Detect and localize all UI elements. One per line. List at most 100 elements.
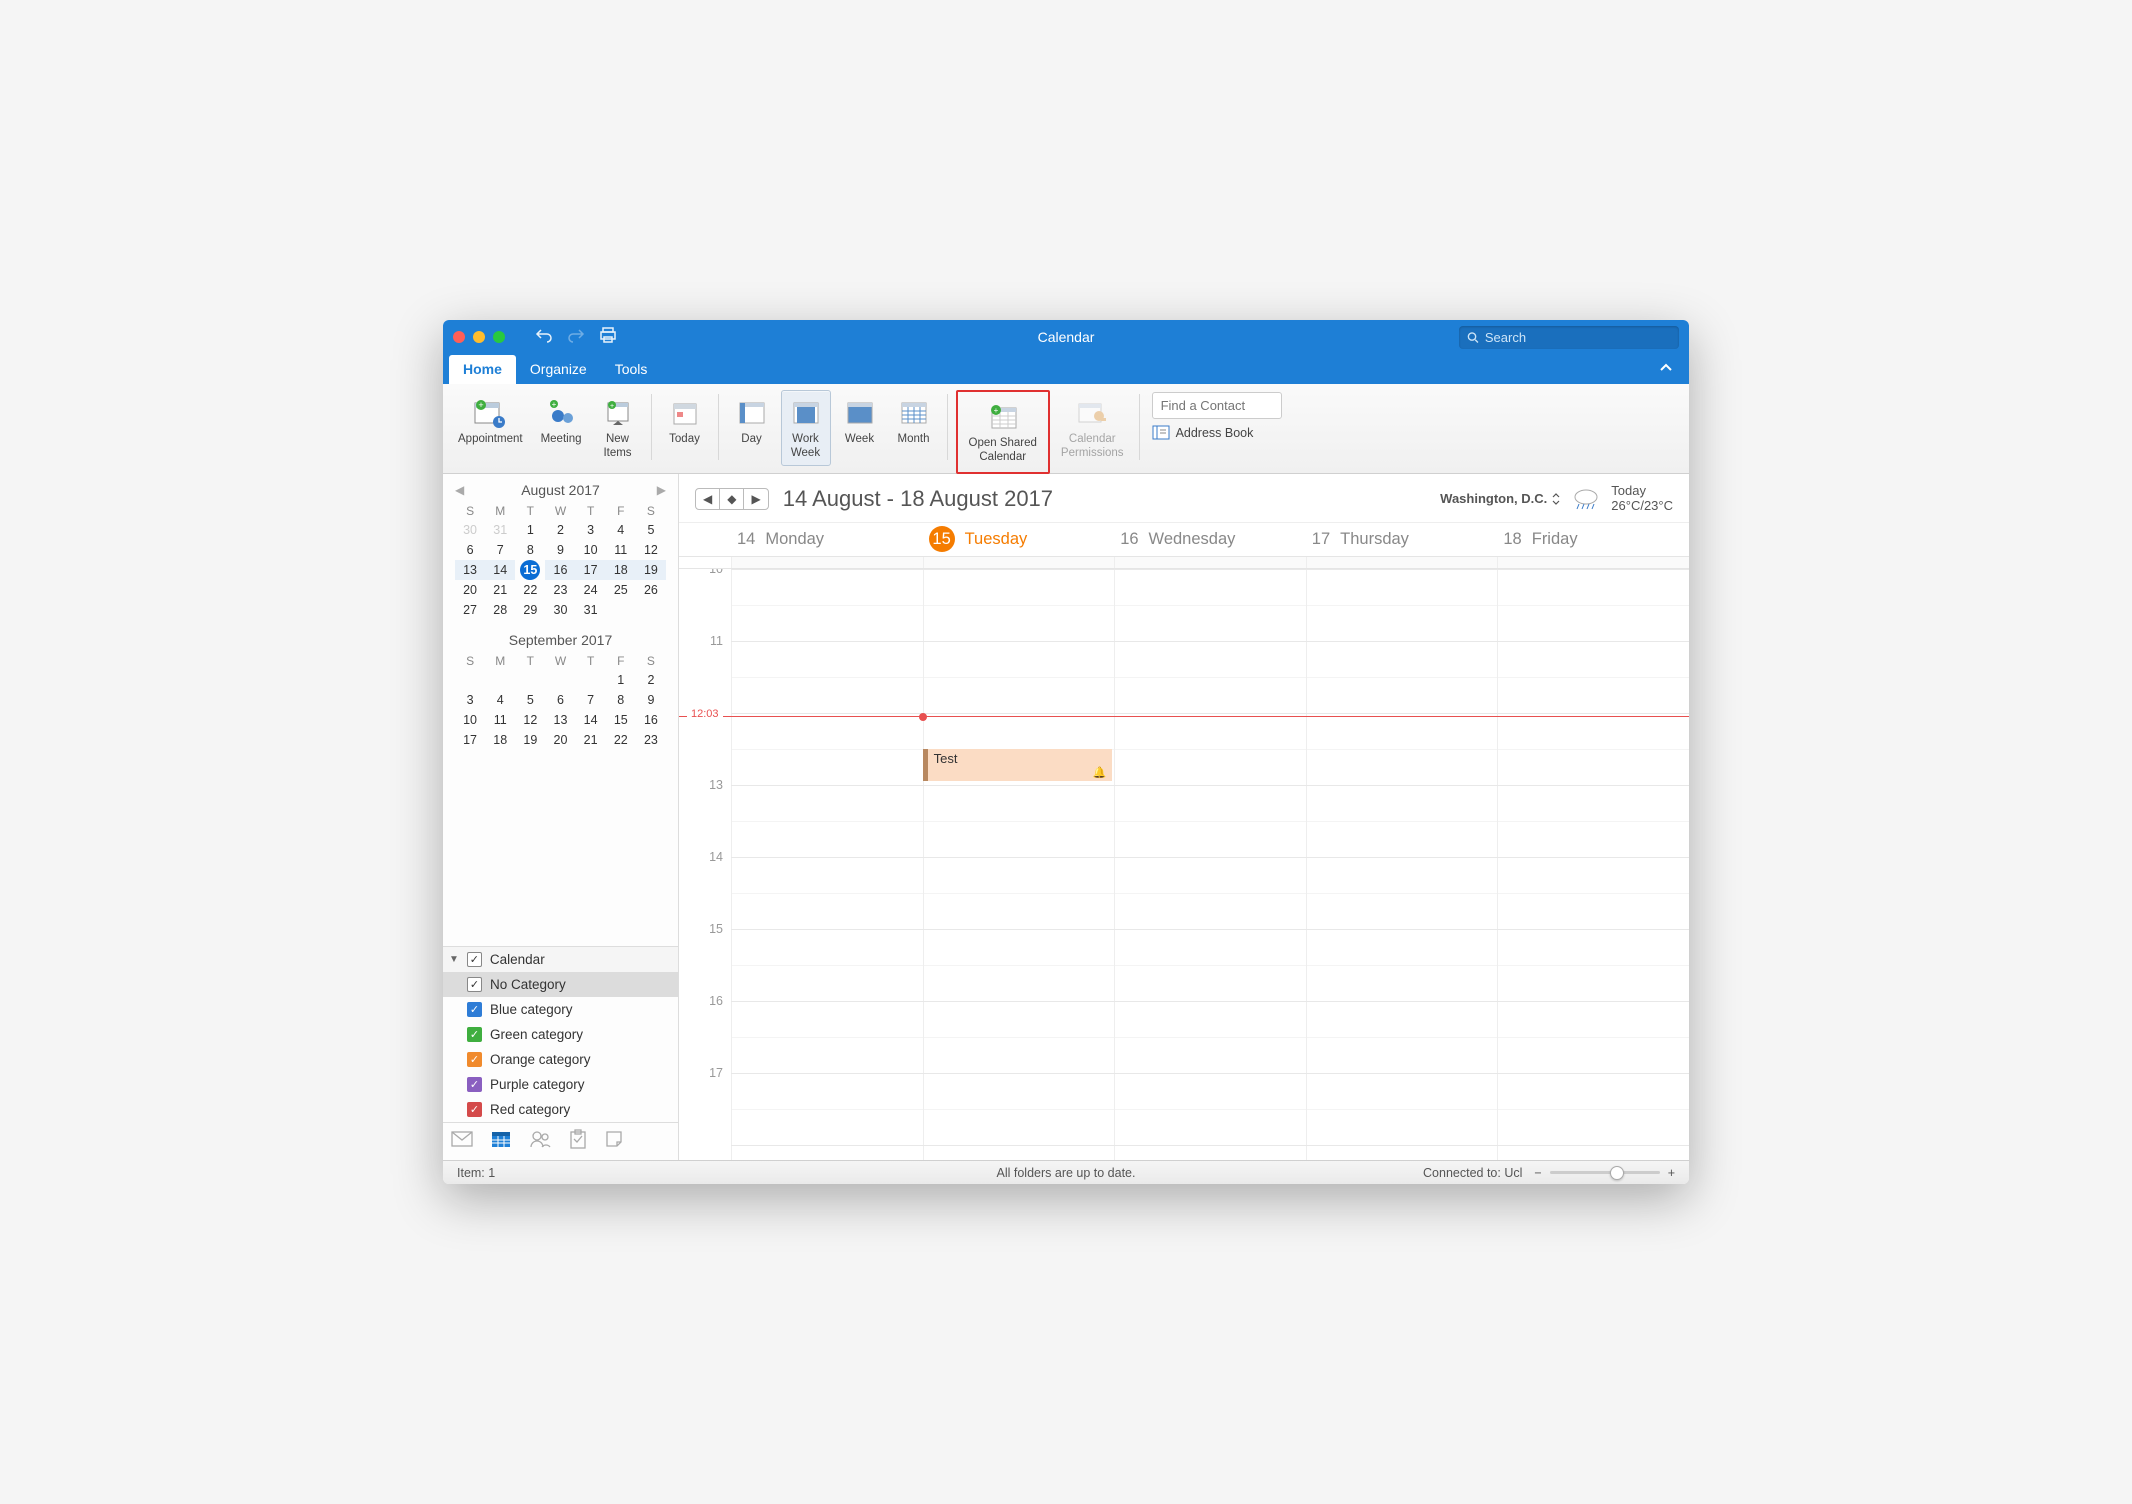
mini-day[interactable]: 30 bbox=[545, 600, 575, 620]
month-button[interactable]: Month bbox=[889, 390, 939, 466]
day-button[interactable]: Day bbox=[727, 390, 777, 466]
time-slot[interactable] bbox=[731, 786, 923, 857]
next-month-button[interactable]: ▶ bbox=[657, 483, 666, 497]
category-item[interactable]: ✓No Category bbox=[443, 972, 678, 997]
meeting-button[interactable]: + Meeting bbox=[534, 390, 589, 466]
mini-day[interactable]: 1 bbox=[515, 520, 545, 540]
mini-day[interactable]: 3 bbox=[455, 690, 485, 710]
time-slot[interactable] bbox=[1306, 858, 1498, 929]
category-item[interactable]: ✓Orange category bbox=[443, 1047, 678, 1072]
day-header[interactable]: 15Tuesday bbox=[923, 523, 1115, 556]
mini-day[interactable]: 26 bbox=[636, 580, 666, 600]
mini-day[interactable]: 5 bbox=[515, 690, 545, 710]
category-item[interactable]: ✓Green category bbox=[443, 1022, 678, 1047]
mini-day[interactable]: 5 bbox=[636, 520, 666, 540]
undo-icon[interactable] bbox=[535, 327, 553, 348]
time-slot[interactable] bbox=[1497, 1002, 1689, 1073]
notes-icon[interactable] bbox=[605, 1130, 623, 1153]
time-slot[interactable] bbox=[1497, 858, 1689, 929]
time-slot[interactable] bbox=[731, 1074, 923, 1145]
mini-day[interactable]: 31 bbox=[485, 520, 515, 540]
zoom-control[interactable]: − + bbox=[1534, 1166, 1675, 1180]
mini-day[interactable]: 2 bbox=[545, 520, 575, 540]
time-slot[interactable] bbox=[1114, 786, 1306, 857]
today-nav-button[interactable]: ◆ bbox=[720, 489, 744, 509]
time-slot[interactable] bbox=[1497, 930, 1689, 1001]
time-slot[interactable] bbox=[731, 858, 923, 929]
mini-day[interactable]: 30 bbox=[455, 520, 485, 540]
time-slot[interactable] bbox=[1306, 570, 1498, 641]
zoom-slider[interactable] bbox=[1550, 1171, 1660, 1174]
category-item[interactable]: ✓Red category bbox=[443, 1097, 678, 1122]
time-slot[interactable] bbox=[1114, 714, 1306, 785]
mini-day[interactable]: 16 bbox=[545, 560, 575, 580]
mini-day[interactable]: 28 bbox=[485, 600, 515, 620]
mini-day[interactable]: 15 bbox=[606, 710, 636, 730]
mini-day[interactable]: 19 bbox=[515, 730, 545, 750]
week-button[interactable]: Week bbox=[835, 390, 885, 466]
time-slot[interactable] bbox=[1114, 1146, 1306, 1160]
mini-day[interactable]: 23 bbox=[636, 730, 666, 750]
mini-day[interactable]: 11 bbox=[485, 710, 515, 730]
open-shared-calendar-button[interactable]: + Open Shared Calendar bbox=[962, 394, 1044, 470]
zoom-window-button[interactable] bbox=[493, 331, 505, 343]
zoom-out-button[interactable]: − bbox=[1534, 1166, 1541, 1180]
new-items-button[interactable]: + New Items bbox=[593, 390, 643, 466]
mini-day[interactable]: 7 bbox=[485, 540, 515, 560]
time-slot[interactable] bbox=[731, 714, 923, 785]
day-header[interactable]: 16Wednesday bbox=[1114, 523, 1306, 556]
mini-day[interactable]: 18 bbox=[606, 560, 636, 580]
weather-widget[interactable]: Washington, D.C. Today 26°C/23°C bbox=[1440, 484, 1673, 514]
next-week-button[interactable]: ▶ bbox=[744, 489, 767, 509]
mini-day[interactable]: 14 bbox=[485, 560, 515, 580]
time-slot[interactable] bbox=[923, 930, 1115, 1001]
mini-day[interactable]: 15 bbox=[520, 560, 540, 580]
today-button[interactable]: Today bbox=[660, 390, 710, 466]
mini-day[interactable]: 25 bbox=[606, 580, 636, 600]
mini-day[interactable]: 8 bbox=[606, 690, 636, 710]
tasks-icon[interactable] bbox=[569, 1129, 587, 1154]
mini-day[interactable]: 10 bbox=[455, 710, 485, 730]
mini-day[interactable]: 9 bbox=[636, 690, 666, 710]
redo-icon[interactable] bbox=[567, 327, 585, 348]
time-slot[interactable] bbox=[1306, 786, 1498, 857]
collapse-ribbon-button[interactable] bbox=[1649, 354, 1683, 384]
tab-home[interactable]: Home bbox=[449, 355, 516, 384]
day-header[interactable]: 17Thursday bbox=[1306, 523, 1498, 556]
time-slot[interactable] bbox=[1114, 642, 1306, 713]
time-slot[interactable] bbox=[1306, 642, 1498, 713]
mini-day[interactable]: 20 bbox=[455, 580, 485, 600]
mini-day[interactable]: 13 bbox=[545, 710, 575, 730]
mini-day[interactable]: 14 bbox=[576, 710, 606, 730]
mini-day[interactable]: 6 bbox=[545, 690, 575, 710]
mini-day[interactable]: 17 bbox=[455, 730, 485, 750]
time-slot[interactable] bbox=[1306, 1074, 1498, 1145]
time-slot[interactable] bbox=[1306, 930, 1498, 1001]
time-slot[interactable] bbox=[731, 1146, 923, 1160]
mini-day[interactable]: 21 bbox=[485, 580, 515, 600]
tab-organize[interactable]: Organize bbox=[516, 355, 601, 384]
time-slot[interactable] bbox=[1114, 858, 1306, 929]
find-contact-input[interactable] bbox=[1152, 392, 1282, 419]
mini-day[interactable]: 19 bbox=[636, 560, 666, 580]
mini-day[interactable]: 18 bbox=[485, 730, 515, 750]
print-icon[interactable] bbox=[599, 327, 617, 348]
mini-day[interactable]: 31 bbox=[576, 600, 606, 620]
time-slot[interactable] bbox=[923, 786, 1115, 857]
time-slot[interactable] bbox=[731, 1002, 923, 1073]
time-slot[interactable] bbox=[1306, 1146, 1498, 1160]
time-slot[interactable] bbox=[1114, 1002, 1306, 1073]
time-slot[interactable] bbox=[1497, 786, 1689, 857]
mini-day[interactable]: 21 bbox=[576, 730, 606, 750]
tab-tools[interactable]: Tools bbox=[601, 355, 662, 384]
mini-day[interactable]: 2 bbox=[636, 670, 666, 690]
day-header[interactable]: 18Friday bbox=[1497, 523, 1689, 556]
time-slot[interactable] bbox=[1497, 714, 1689, 785]
mini-day[interactable]: 1 bbox=[606, 670, 636, 690]
time-slot[interactable] bbox=[923, 570, 1115, 641]
appointment-button[interactable]: + Appointment bbox=[451, 390, 530, 466]
search-input[interactable] bbox=[1485, 330, 1671, 345]
mini-day[interactable]: 8 bbox=[515, 540, 545, 560]
time-slot[interactable] bbox=[923, 1074, 1115, 1145]
mini-day[interactable]: 16 bbox=[636, 710, 666, 730]
